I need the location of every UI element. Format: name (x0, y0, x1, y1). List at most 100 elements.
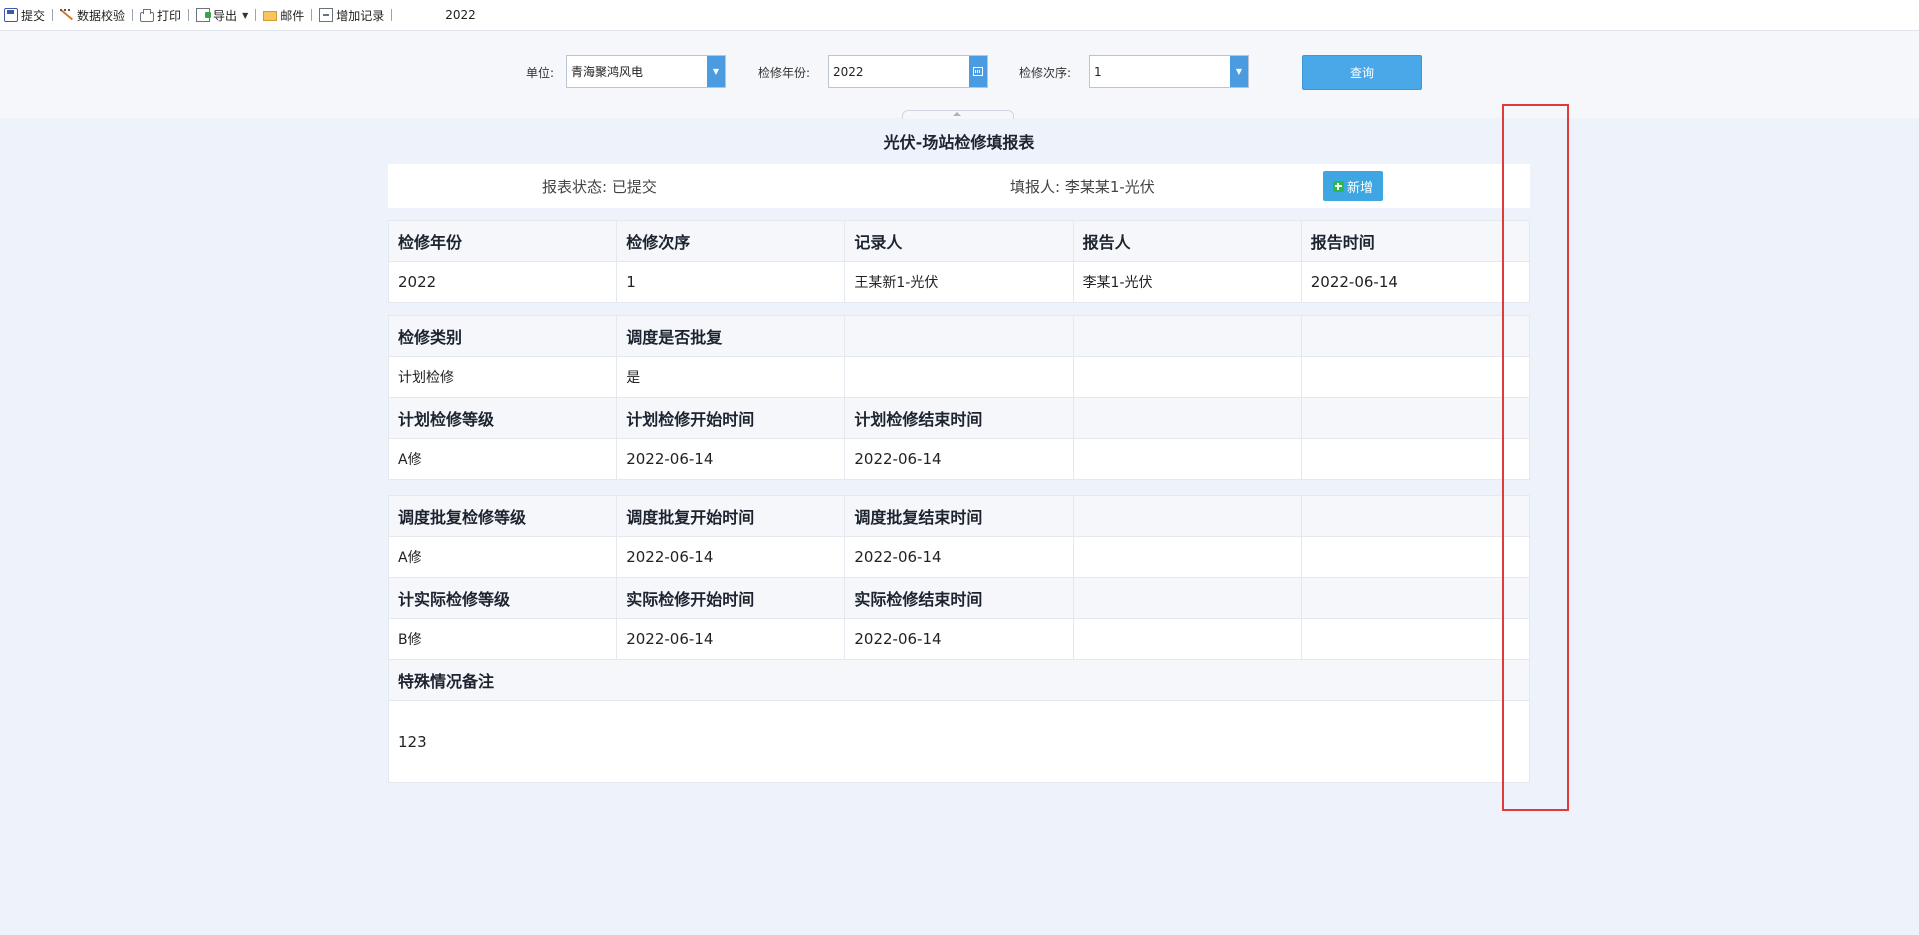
table-row: 计划检修等级 计划检修开始时间 计划检修结束时间 (387, 397, 1531, 439)
add-label: 新增 (1346, 180, 1373, 196)
unit-value: 青海聚鸿风电 (571, 65, 644, 79)
value-cell: 计划检修 (387, 356, 618, 398)
validate-button[interactable]: 数据校验 (56, 0, 129, 30)
empty-cell (1072, 577, 1302, 619)
validate-label: 数据校验 (77, 8, 126, 23)
export-label: 导出 (213, 8, 238, 23)
submit-button[interactable]: 提交 (0, 0, 49, 30)
table-row: 2022 1 王某新1-光伏 李某1-光伏 2022-06-14 (387, 261, 1531, 303)
unit-select[interactable]: 青海聚鸿风电 ▼ (566, 55, 726, 88)
value-cell: 王某新1-光伏 (844, 261, 1074, 303)
header-cell: 调度批复结束时间 (844, 495, 1074, 537)
empty-cell (1300, 618, 1531, 660)
header-cell: 报告时间 (1300, 220, 1531, 262)
submit-label: 提交 (21, 8, 46, 23)
header-cell: 检修次序 (616, 220, 846, 262)
empty-cell (1300, 397, 1531, 439)
value-cell: B修 (387, 618, 618, 660)
header-cell: 实际检修结束时间 (844, 577, 1074, 619)
add-record-icon (319, 8, 334, 22)
empty-cell (1072, 438, 1302, 480)
value-cell: 2022 (387, 261, 618, 303)
add-record-button[interactable]: 增加记录 (315, 0, 388, 30)
empty-cell (1300, 536, 1531, 578)
empty-cell (1072, 315, 1302, 357)
empty-cell (844, 315, 1074, 357)
year-input[interactable]: 2022 (828, 55, 988, 88)
header-cell: 计划检修开始时间 (616, 397, 846, 439)
export-button[interactable]: 导出 ▼ (192, 0, 252, 30)
toolbar-divider (132, 9, 134, 21)
save-icon (4, 8, 18, 22)
header-cell: 调度批复开始时间 (616, 495, 846, 537)
mail-label: 邮件 (280, 8, 305, 23)
chevron-down-icon[interactable]: ▼ (707, 56, 725, 87)
value-cell: A修 (387, 438, 618, 480)
value-cell: 2022-06-14 (844, 536, 1074, 578)
empty-cell (1300, 356, 1531, 398)
header-cell: 计划检修等级 (387, 397, 618, 439)
empty-cell (1072, 356, 1302, 398)
note-header: 特殊情况备注 (388, 659, 1530, 701)
empty-cell (1300, 495, 1531, 537)
header-cell: 调度是否批复 (616, 315, 846, 357)
toolbar-divider (52, 9, 54, 21)
plan-table: 检修类别 调度是否批复 计划检修 是 计划检修等级 计划检修开始时间 计划检修结… (387, 315, 1531, 480)
table-row: 计实际检修等级 实际检修开始时间 实际检修结束时间 (387, 577, 1531, 619)
plus-icon (1332, 180, 1344, 192)
dispatch-actual-table: 调度批复检修等级 调度批复开始时间 调度批复结束时间 A修 2022-06-14… (387, 495, 1531, 783)
toolbar: 提交 数据校验 打印 导出 ▼ 邮件 增加记录 2022 (0, 0, 1919, 31)
value-cell: 2022-06-14 (844, 618, 1074, 660)
header-cell: 报告人 (1072, 220, 1302, 262)
chevron-down-icon[interactable]: ▼ (1230, 56, 1248, 87)
mail-icon (263, 11, 278, 21)
toolbar-divider (255, 9, 257, 21)
empty-cell (1300, 315, 1531, 357)
table-row: 调度批复检修等级 调度批复开始时间 调度批复结束时间 (387, 495, 1531, 537)
empty-cell (1072, 536, 1302, 578)
table-row: A修 2022-06-14 2022-06-14 (387, 438, 1531, 480)
table-row: 计划检修 是 (387, 356, 1531, 398)
calendar-button[interactable] (969, 56, 987, 87)
table-row: 特殊情况备注 (388, 659, 1530, 701)
value-cell: A修 (387, 536, 618, 578)
toolbar-year: 2022 (445, 8, 476, 22)
table-row: 123 (388, 700, 1530, 783)
table-row: B修 2022-06-14 2022-06-14 (387, 618, 1531, 660)
note-value: 123 (388, 700, 1530, 783)
table-row: 检修年份 检修次序 记录人 报告人 报告时间 (387, 220, 1531, 262)
report-status: 报表状态: 已提交 (542, 178, 657, 196)
highlight-box (1502, 104, 1569, 811)
add-record-label: 增加记录 (336, 8, 385, 23)
value-cell: 2022-06-14 (616, 618, 846, 660)
table-row: A修 2022-06-14 2022-06-14 (387, 536, 1531, 578)
toolbar-divider (188, 9, 190, 21)
value-cell: 2022-06-14 (1300, 261, 1531, 303)
order-select[interactable]: 1 ▼ (1089, 55, 1249, 88)
value-cell: 1 (616, 261, 846, 303)
toolbar-divider (391, 9, 393, 21)
empty-cell (1072, 618, 1302, 660)
report-title: 光伏-场站检修填报表 (883, 133, 1035, 152)
query-button[interactable]: 查询 (1302, 55, 1422, 90)
add-button[interactable]: 新增 (1323, 171, 1383, 201)
print-button[interactable]: 打印 (136, 0, 185, 30)
value-cell: 2022-06-14 (616, 438, 846, 480)
order-label: 检修次序: (1019, 66, 1072, 80)
printer-icon (140, 9, 155, 22)
value-cell: 2022-06-14 (844, 438, 1074, 480)
value-cell: 2022-06-14 (616, 536, 846, 578)
empty-cell (1300, 577, 1531, 619)
header-cell: 计实际检修等级 (387, 577, 618, 619)
order-value: 1 (1094, 64, 1102, 79)
empty-cell (844, 356, 1074, 398)
reporter: 填报人: 李某某1-光伏 (1010, 178, 1155, 196)
print-label: 打印 (157, 8, 182, 23)
chevron-down-icon: ▼ (242, 10, 249, 20)
status-bar: 报表状态: 已提交 填报人: 李某某1-光伏 新增 (388, 164, 1530, 208)
empty-cell (1300, 438, 1531, 480)
mail-button[interactable]: 邮件 (259, 0, 308, 30)
